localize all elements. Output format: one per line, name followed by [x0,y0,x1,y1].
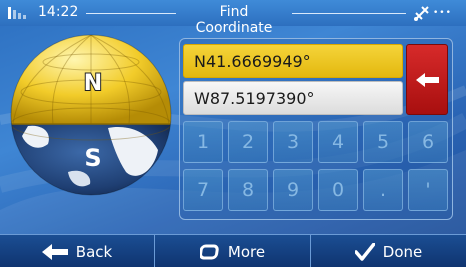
screen-title: Find Coordinate [195,4,273,36]
key-8[interactable]: 8 [228,169,268,211]
rounded-square-icon [199,244,219,259]
clock-time: 14:22 [38,4,79,20]
backspace-button[interactable] [406,44,448,115]
status-indicator: ••• [433,8,452,18]
title-rule-left [86,13,176,14]
done-label: Done [382,242,423,261]
key-2[interactable]: 2 [228,121,268,163]
globe-south-label: S [84,144,101,172]
backspace-arrow-icon [416,73,439,87]
arrow-left-icon [41,243,68,260]
title-rule-right [292,13,406,14]
back-button[interactable]: Back [0,235,155,267]
hemisphere-globe[interactable]: N S [8,32,174,198]
keypad: 1 2 3 4 5 6 7 8 9 0 . ' [183,121,449,215]
key-9[interactable]: 9 [273,169,313,211]
key-1[interactable]: 1 [183,121,223,163]
more-label: More [227,242,266,261]
key-7[interactable]: 7 [183,169,223,211]
bottom-bar: Back More Done [0,234,466,267]
checkmark-icon [354,242,375,261]
key-6[interactable]: 6 [408,121,448,163]
key-4[interactable]: 4 [318,121,358,163]
key-5[interactable]: 5 [363,121,403,163]
more-button[interactable]: More [155,235,311,267]
gps-satellite-icon [414,6,429,21]
key-apostrophe[interactable]: ' [408,169,448,211]
key-3[interactable]: 3 [273,121,313,163]
longitude-field[interactable]: W87.5197390° [183,81,403,115]
key-decimal[interactable]: . [363,169,403,211]
done-button[interactable]: Done [311,235,466,267]
signal-bars-icon [8,7,26,19]
back-label: Back [75,242,113,261]
latitude-field[interactable]: N41.6669949° [183,44,403,78]
key-0[interactable]: 0 [318,169,358,211]
status-bar: 14:22 Find Coordinate ••• [0,0,466,36]
globe-north-label: N [84,71,102,96]
